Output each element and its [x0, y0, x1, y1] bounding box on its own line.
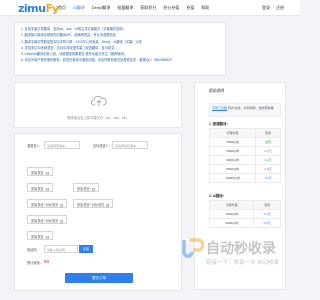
table-cell: 1000以内: [208, 137, 257, 147]
table-cell: 3000以内: [208, 218, 255, 228]
output-option-checkbox[interactable]: 原始语言+目标语言: [27, 215, 68, 224]
translate-form: 源语言1： 请选择源语言 目标语言2： 请选择目标语言 原始语言 原始语言 原始…: [14, 133, 182, 291]
section-title: 1. 普通翻译：: [209, 122, 230, 126]
top-header: zimuFy 首页 AI翻译 Deepl翻译 批量翻译 获取积分 积分充值 充值…: [0, 0, 300, 16]
table-row: 3000以内 0.5元: [208, 218, 281, 228]
table-row: 1000以内 0.1元: [208, 209, 281, 219]
toolbox-link[interactable]: 字幕工具箱: [212, 106, 227, 110]
checkbox-icon: [91, 187, 95, 191]
output-option-checkbox[interactable]: 原始语言: [27, 183, 53, 192]
table-row: 2000以内 0.1元: [208, 146, 281, 156]
sidebar-title: 帮助说明: [209, 89, 225, 93]
table-cell: 0.2元: [255, 155, 281, 165]
watermark-logo-icon: [182, 238, 204, 258]
output-option-checkbox[interactable]: 原始语言: [27, 167, 53, 176]
table-cell: 0.5元: [255, 173, 281, 183]
nav-home[interactable]: 首页: [58, 5, 66, 11]
output-option-label: 原始语言: [31, 171, 44, 175]
output-option-label: 原始语言+目标语言: [31, 203, 59, 207]
output-option-checkbox[interactable]: 原始语言: [27, 231, 53, 240]
pricing-table-ai: 字幕长度 费用 1000以内 0.1元 3000以内 0.5元: [208, 200, 281, 228]
table-cell: 10000以内: [208, 173, 257, 183]
table-header: 费用: [253, 200, 281, 210]
table-header: 字幕长度: [208, 200, 255, 210]
watermark-title: 自动秒收录: [206, 241, 276, 257]
table-row: 1000以内 免费: [208, 137, 281, 147]
checkbox-icon: [45, 187, 49, 191]
nav-deepl-translate[interactable]: Deepl翻译: [92, 5, 110, 11]
checkbox-icon: [45, 235, 49, 239]
price-value: ¥0: [44, 259, 50, 264]
logo-accent: Fy: [45, 2, 59, 15]
nav-ai-translate[interactable]: AI翻译: [73, 5, 85, 11]
table-cell: 0.1元: [253, 209, 281, 219]
table-cell: 5000以内: [208, 164, 257, 174]
watermark: 自动秒收录 链接一下，收录一次 自动收录: [178, 236, 298, 276]
register-link[interactable]: 注册: [276, 5, 284, 11]
table-header: 费用: [255, 128, 281, 138]
logo-main: zimu: [18, 2, 46, 15]
output-option-label: 原始语言+目标语言: [77, 203, 105, 207]
table-cell: 0.5元: [253, 218, 281, 228]
upload-cloud-icon: [91, 96, 107, 106]
submit-order-button[interactable]: 提交订单: [65, 273, 133, 283]
notice-panel: 1. 支持字幕文件翻译，支持srt、ass、vtt等主流字幕格式（字幕格式说明）…: [14, 22, 226, 76]
source-language-label: 源语言1：: [27, 144, 42, 148]
upload-hint: 拖拽或点击上传字幕文件（srt、ass、vtt）: [67, 116, 129, 120]
toolbox-note: 字幕工具箱 同步/合并、时间调整、格式转换等: [209, 103, 281, 117]
checkbox-icon: [45, 171, 49, 175]
pricing-table-normal: 字幕长度 费用 1000以内 免费 2000以内 0.1元 3000以内 0.2元 50…: [208, 128, 281, 183]
login-link[interactable]: 登录: [262, 5, 270, 11]
table-cell: 2000以内: [208, 146, 257, 156]
table-row: 10000以内 0.5元: [208, 173, 281, 183]
auth-nav: 登录 注册: [262, 5, 284, 11]
code-label: 验证码：: [27, 248, 40, 252]
target-language-select[interactable]: 请选择目标语言: [112, 141, 148, 149]
toolbox-note-text: 同步/合并、时间调整、格式转换等: [227, 106, 274, 110]
table-header: 字幕长度: [208, 128, 257, 138]
target-language-label: 目标语言2：: [93, 144, 111, 148]
upload-dropzone[interactable]: 拖拽或点击上传字幕文件（srt、ass、vtt）: [14, 82, 182, 128]
get-code-button[interactable]: 获取: [79, 245, 93, 253]
nav-points-recharge[interactable]: 积分充值: [163, 5, 179, 11]
checkbox-icon: [60, 219, 64, 223]
main-nav: 首页 AI翻译 Deepl翻译 批量翻译 获取积分 积分充值 充值 帮助: [58, 5, 209, 11]
table-cell: 1000以内: [208, 209, 255, 219]
output-option-checkbox[interactable]: 原始语言: [73, 183, 99, 192]
source-language-select[interactable]: 请选择源语言: [44, 141, 80, 149]
section-title: 2. AI翻译：: [209, 194, 227, 198]
site-logo[interactable]: zimuFy: [18, 2, 59, 15]
nav-help[interactable]: 帮助: [201, 5, 209, 11]
table-cell: 免费: [255, 137, 281, 147]
verification-code-input[interactable]: 请输入验证码: [44, 245, 78, 253]
table-cell: 0.3元: [255, 164, 281, 174]
output-option-label: 原始语言: [77, 187, 90, 191]
output-option-label: 原始语言+目标语言: [31, 219, 59, 223]
table-cell: 3000以内: [208, 155, 257, 165]
table-row: 5000以内 0.3元: [208, 164, 281, 174]
output-option-checkbox[interactable]: 原始语言+目标语言: [73, 199, 114, 208]
watermark-subtitle: 链接一下，收录一次 自动收录: [206, 260, 280, 266]
checkbox-icon: [106, 203, 110, 207]
output-option-label: 原始语言: [31, 235, 44, 239]
nav-batch-translate[interactable]: 批量翻译: [117, 5, 133, 11]
table-row: 3000以内 0.2元: [208, 155, 281, 165]
checkbox-icon: [60, 203, 64, 207]
table-cell: 0.1元: [255, 146, 281, 156]
output-option-checkbox[interactable]: 原始语言+目标语言: [27, 199, 68, 208]
price-label: 预计费用：: [27, 261, 43, 265]
nav-get-points[interactable]: 获取积分: [140, 5, 156, 11]
notice-line: 6. 本站为用户提供便利服务，若您在使用中遇到问题，请及时联系我们处理或反馈，客…: [21, 58, 172, 63]
nav-recharge[interactable]: 充值: [186, 5, 194, 11]
output-option-label: 原始语言: [31, 187, 44, 191]
